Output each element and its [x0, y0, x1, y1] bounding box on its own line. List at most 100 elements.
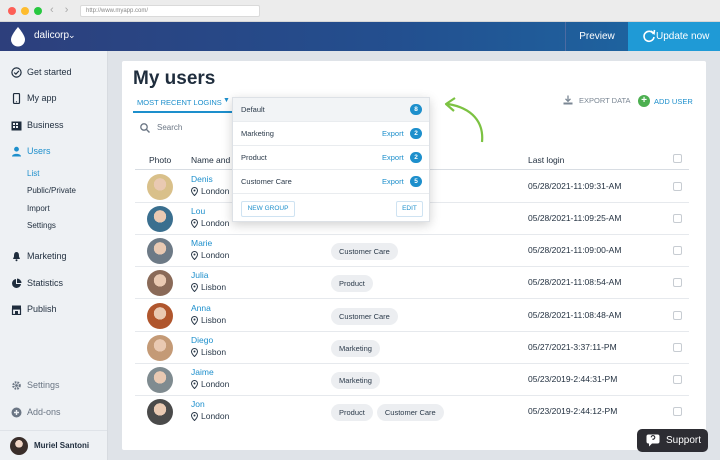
row-checkbox[interactable]: [673, 278, 682, 287]
sidebar-item-settings[interactable]: Settings: [11, 378, 60, 392]
maximize-window-dot[interactable]: [34, 7, 42, 15]
row-checkbox[interactable]: [673, 182, 682, 191]
groups-dropdown: Default 8 Marketing Export 2 Product Exp…: [232, 97, 430, 222]
tab-most-recent-logins[interactable]: MOST RECENT LOGINS ▼: [133, 96, 233, 113]
back-forward-icon[interactable]: ‹ ›: [50, 4, 72, 16]
sidebar-sub-settings[interactable]: Settings: [27, 221, 56, 230]
table-row[interactable]: Marie London Customer Care 05/28/2021-11:09…: [135, 235, 689, 267]
row-checkbox[interactable]: [673, 407, 682, 416]
group-export-link[interactable]: Export: [382, 153, 404, 162]
group-export-link[interactable]: Export: [382, 177, 404, 186]
user-name-link[interactable]: Diego: [191, 335, 213, 345]
sidebar-item-statistics[interactable]: Statistics: [11, 276, 63, 290]
minimize-window-dot[interactable]: [21, 7, 29, 15]
sidebar-sub-public-private[interactable]: Public/Private: [27, 186, 76, 195]
group-tag[interactable]: Customer Care: [331, 308, 398, 325]
table-row[interactable]: Diego Lisbon Marketing 05/27/2021-3:37:11-P…: [135, 332, 689, 364]
user-name-link[interactable]: Jaime: [191, 367, 214, 377]
location-label: Lisbon: [201, 347, 227, 357]
sidebar-item-get-started[interactable]: Get started: [11, 65, 72, 79]
sidebar-item-label: Settings: [27, 380, 60, 390]
user-name-link[interactable]: Jon: [191, 399, 205, 409]
user-name-link[interactable]: Denis: [191, 174, 213, 184]
column-name[interactable]: Name and p: [191, 155, 237, 165]
last-login-value: 05/27/2021-3:37:11-PM: [528, 342, 617, 352]
location-label: London: [201, 218, 230, 228]
location-pin-icon: [191, 218, 198, 228]
table-row[interactable]: Jaime London Marketing 05/23/2019-2:44:31-P…: [135, 364, 689, 396]
table-row[interactable]: Julia Lisbon Product 05/28/2021-11:08:54-AM: [135, 267, 689, 299]
select-all-checkbox[interactable]: [673, 154, 682, 163]
update-now-button[interactable]: Update now: [628, 22, 720, 51]
avatar: [147, 303, 173, 329]
last-login-value: 05/28/2021-11:09:25-AM: [528, 213, 622, 223]
caret-down-icon: ▼: [223, 97, 230, 104]
group-export-link[interactable]: Export: [382, 129, 404, 138]
avatar: [147, 335, 173, 361]
group-tag[interactable]: Marketing: [331, 340, 380, 357]
row-checkbox[interactable]: [673, 343, 682, 352]
group-tag[interactable]: Customer Care: [331, 243, 398, 260]
row-checkbox[interactable]: [673, 375, 682, 384]
group-tag[interactable]: Customer Care: [376, 404, 444, 421]
group-tag[interactable]: Product: [331, 404, 373, 421]
sidebar-item-add-ons[interactable]: Add-ons: [11, 405, 61, 419]
company-switcher[interactable]: dalicorp: [34, 30, 69, 41]
location-label: London: [201, 379, 230, 389]
sidebar-item-label: Get started: [27, 67, 72, 77]
location-label: London: [201, 411, 230, 421]
export-data-button[interactable]: EXPORT DATA: [563, 95, 631, 105]
user-icon: [12, 146, 21, 156]
url-bar[interactable]: http://www.myapp.com/: [80, 5, 260, 17]
group-tags: Customer Care: [331, 243, 398, 260]
sidebar-item-publish[interactable]: Publish: [11, 302, 57, 316]
table-row[interactable]: Anna Lisbon Customer Care 05/28/2021-11:08:…: [135, 300, 689, 332]
current-user[interactable]: Muriel Santoni: [0, 430, 107, 460]
user-name-link[interactable]: Marie: [191, 238, 212, 248]
avatar: [147, 174, 173, 200]
location-label: London: [201, 186, 230, 196]
location-pin-icon: [191, 315, 198, 325]
row-checkbox[interactable]: [673, 311, 682, 320]
group-label: Product: [241, 153, 267, 162]
group-item-product[interactable]: Product Export 2: [233, 146, 429, 170]
group-item-customer-care[interactable]: Customer Care Export 5: [233, 170, 429, 194]
export-data-label: EXPORT DATA: [579, 95, 631, 105]
column-photo: Photo: [149, 155, 172, 165]
sidebar-item-label: Publish: [27, 304, 57, 314]
group-tag[interactable]: Marketing: [331, 372, 380, 389]
support-button[interactable]: Support: [637, 429, 708, 452]
drop-logo-icon: [11, 27, 25, 47]
row-checkbox[interactable]: [673, 246, 682, 255]
add-user-button[interactable]: + ADD USER: [638, 95, 693, 107]
group-tags: Product: [331, 275, 373, 292]
chevron-down-icon[interactable]: ⌄: [68, 30, 76, 41]
chat-bubble-icon: [646, 434, 660, 447]
sidebar-item-marketing[interactable]: Marketing: [11, 249, 67, 263]
sidebar-item-users[interactable]: Users: [11, 144, 51, 158]
user-name-link[interactable]: Anna: [191, 303, 211, 313]
sidebar-item-my-app[interactable]: My app: [11, 91, 57, 105]
phone-icon: [12, 92, 21, 104]
group-count-badge: 2: [410, 152, 422, 163]
group-tag[interactable]: Product: [331, 275, 373, 292]
group-item-marketing[interactable]: Marketing Export 2: [233, 122, 429, 146]
last-login-value: 05/28/2021-11:08:54-AM: [528, 277, 622, 287]
location-pin-icon: [191, 282, 198, 292]
new-group-button[interactable]: NEW GROUP: [241, 201, 295, 217]
group-item-default[interactable]: Default 8: [233, 98, 429, 122]
user-name-link[interactable]: Lou: [191, 206, 205, 216]
sidebar-sub-list[interactable]: List: [27, 169, 39, 178]
sidebar-item-business[interactable]: Business: [11, 118, 64, 132]
row-checkbox[interactable]: [673, 214, 682, 223]
user-name-link[interactable]: Julia: [191, 270, 208, 280]
close-window-dot[interactable]: [8, 7, 16, 15]
column-last-login[interactable]: Last login: [528, 155, 564, 165]
preview-button[interactable]: Preview: [565, 22, 628, 51]
table-row[interactable]: Jon London Product Customer Care 05/23/2019-…: [135, 396, 689, 428]
search-input[interactable]: Search: [140, 121, 182, 134]
edit-groups-button[interactable]: EDIT: [396, 201, 423, 217]
location-label: Lisbon: [201, 282, 227, 292]
last-login-value: 05/23/2019-2:44:12-PM: [528, 406, 618, 416]
sidebar-sub-import[interactable]: Import: [27, 204, 50, 213]
